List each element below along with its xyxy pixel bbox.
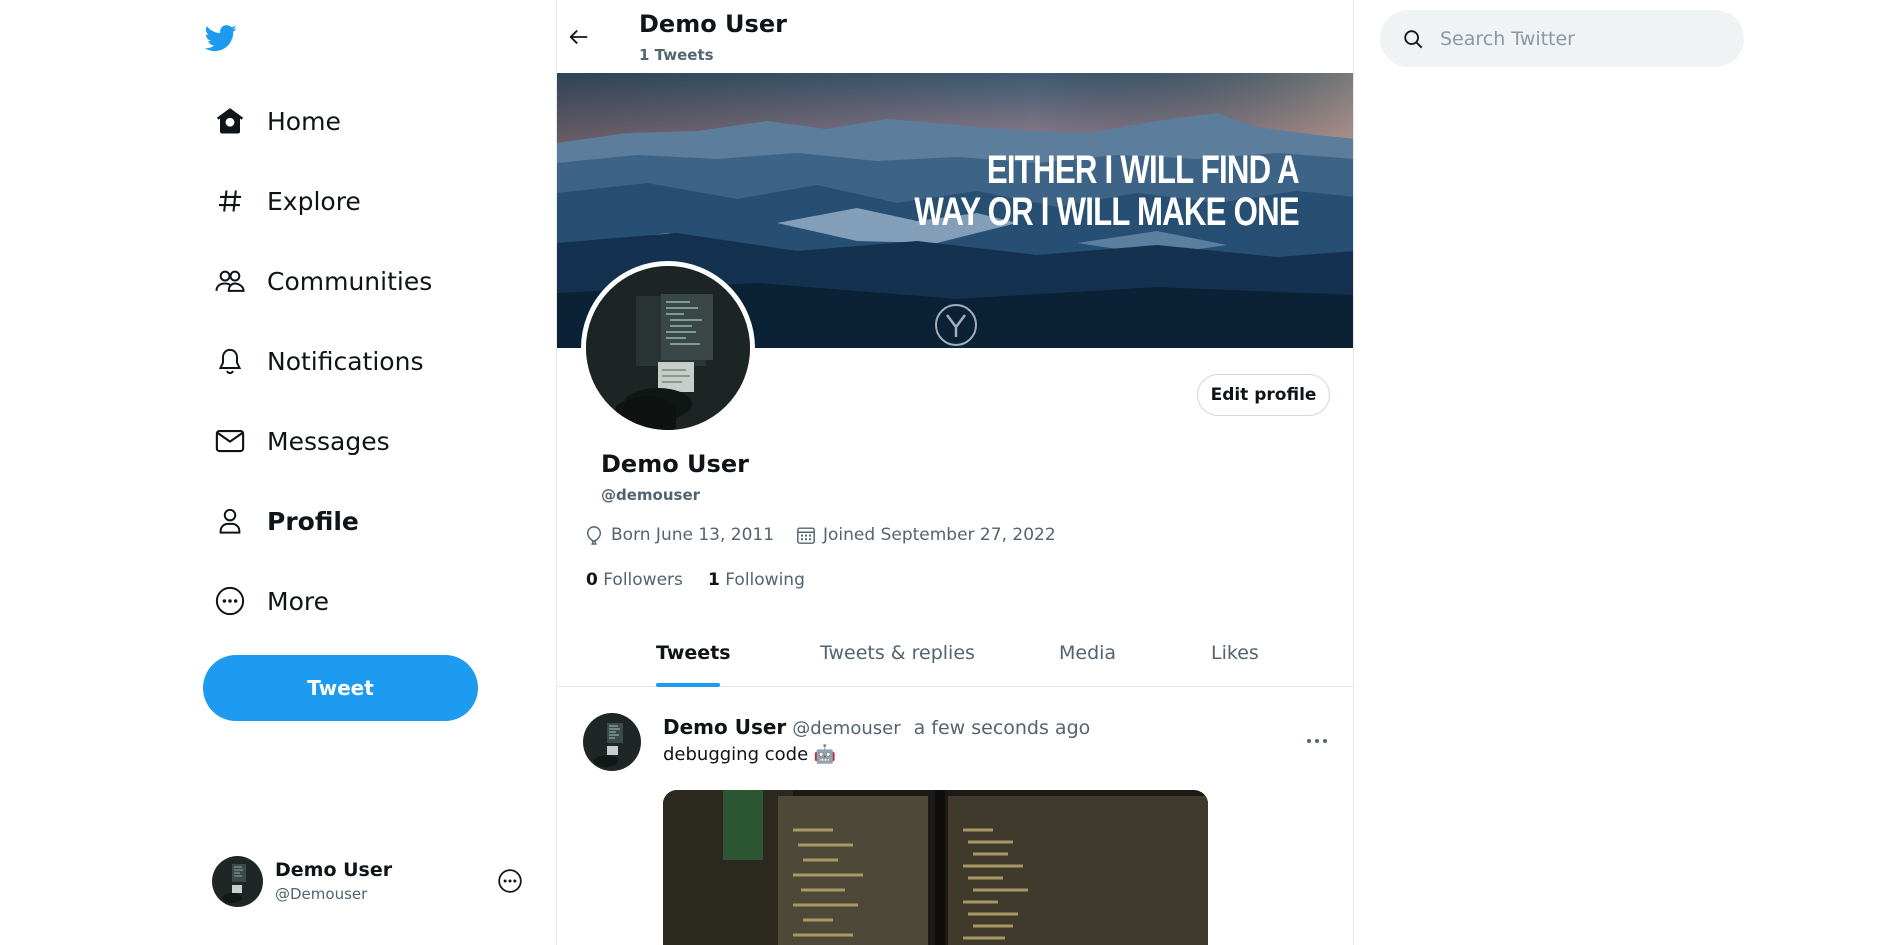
account-avatar xyxy=(212,855,263,907)
tweet-image[interactable] xyxy=(663,790,1208,945)
active-tab-indicator xyxy=(656,683,720,687)
calendar-icon xyxy=(795,524,817,546)
following-link[interactable]: 1 Following xyxy=(708,570,805,590)
hashtag-icon xyxy=(214,185,246,217)
tweet-timestamp[interactable]: a few seconds ago xyxy=(914,717,1091,739)
tab-tweets-and-replies[interactable]: Tweets & replies xyxy=(820,642,975,664)
home-icon xyxy=(214,105,246,137)
nav-profile-label: Profile xyxy=(267,506,359,536)
tweet-author-handle[interactable]: @demouser xyxy=(792,718,900,739)
nav-notifications[interactable]: Notifications xyxy=(214,333,423,389)
nav-messages-label: Messages xyxy=(267,426,390,456)
tweet-card[interactable]: Demo User @demouser a few seconds ago de… xyxy=(557,688,1353,945)
bell-icon xyxy=(214,345,246,377)
profile-tabs: Tweets Tweets & replies Media Likes xyxy=(557,630,1353,687)
banner-quote-line-2: WAY OR I WILL MAKE ONE xyxy=(914,190,1300,234)
nav-home[interactable]: Home xyxy=(214,93,341,149)
more-circle-icon xyxy=(214,585,246,617)
tab-media[interactable]: Media xyxy=(1059,642,1116,664)
banner-quote: EITHER I WILL FIND A WAY OR I WILL MAKE … xyxy=(914,148,1300,234)
nav-explore[interactable]: Explore xyxy=(214,173,361,229)
tweet-count: 1 Tweets xyxy=(639,46,714,64)
tweet-button[interactable]: Tweet xyxy=(203,655,478,721)
main-column: Demo User 1 Tweets EITHER I WILL FIND A … xyxy=(556,0,1354,945)
profile-header-bar: Demo User 1 Tweets xyxy=(557,0,1353,73)
tab-tweets[interactable]: Tweets xyxy=(656,642,731,664)
followers-link[interactable]: 0 Followers xyxy=(586,570,683,590)
banner-quote-line-1: EITHER I WILL FIND A xyxy=(987,148,1300,192)
more-horizontal-icon[interactable] xyxy=(1305,730,1329,743)
communities-icon xyxy=(214,265,246,297)
account-switcher[interactable]: Demo User @Demouser xyxy=(212,854,532,908)
following-label: Following xyxy=(725,570,805,590)
search-input[interactable] xyxy=(1440,27,1720,50)
back-arrow-icon[interactable] xyxy=(562,20,596,54)
balloon-icon xyxy=(583,524,605,546)
nav-explore-label: Explore xyxy=(267,186,361,216)
joined-text: Joined September 27, 2022 xyxy=(823,525,1056,545)
nav-messages[interactable]: Messages xyxy=(214,413,390,469)
birthday-info: Born June 13, 2011 xyxy=(583,524,774,546)
following-count: 1 xyxy=(708,570,720,590)
followers-label: Followers xyxy=(603,570,683,590)
edit-profile-button[interactable]: Edit profile xyxy=(1197,374,1330,416)
nav-more-label: More xyxy=(267,586,329,616)
search-bar[interactable] xyxy=(1380,10,1744,67)
nav-more[interactable]: More xyxy=(214,573,329,629)
nav-communities[interactable]: Communities xyxy=(214,253,432,309)
envelope-icon xyxy=(214,425,246,457)
nav-profile[interactable]: Profile xyxy=(214,493,359,549)
tweet-author-name[interactable]: Demo User xyxy=(663,715,786,739)
tweet-author-avatar[interactable] xyxy=(583,713,641,771)
more-circle-icon[interactable] xyxy=(497,868,523,894)
birthday-text: Born June 13, 2011 xyxy=(611,525,775,545)
nav-home-label: Home xyxy=(267,106,341,136)
joined-info: Joined September 27, 2022 xyxy=(795,524,1056,546)
profile-avatar[interactable] xyxy=(581,261,755,435)
tweet-text: debugging code 🤖 xyxy=(663,744,837,765)
tweet-header: Demo User @demouser a few seconds ago xyxy=(663,715,1090,739)
profile-name: Demo User xyxy=(601,450,749,478)
person-icon xyxy=(214,505,246,537)
nav-communities-label: Communities xyxy=(267,266,433,296)
account-name: Demo User xyxy=(275,859,393,881)
tab-likes[interactable]: Likes xyxy=(1211,642,1259,664)
followers-count: 0 xyxy=(586,570,598,590)
twitter-bird-icon[interactable] xyxy=(203,22,239,54)
search-icon xyxy=(1400,26,1426,52)
account-handle: @Demouser xyxy=(275,885,368,903)
nav-notifications-label: Notifications xyxy=(267,346,424,376)
left-sidebar: Home Explore Communities Notifications M… xyxy=(0,0,556,945)
profile-handle: @demouser xyxy=(601,486,701,504)
page-title: Demo User xyxy=(639,10,787,38)
